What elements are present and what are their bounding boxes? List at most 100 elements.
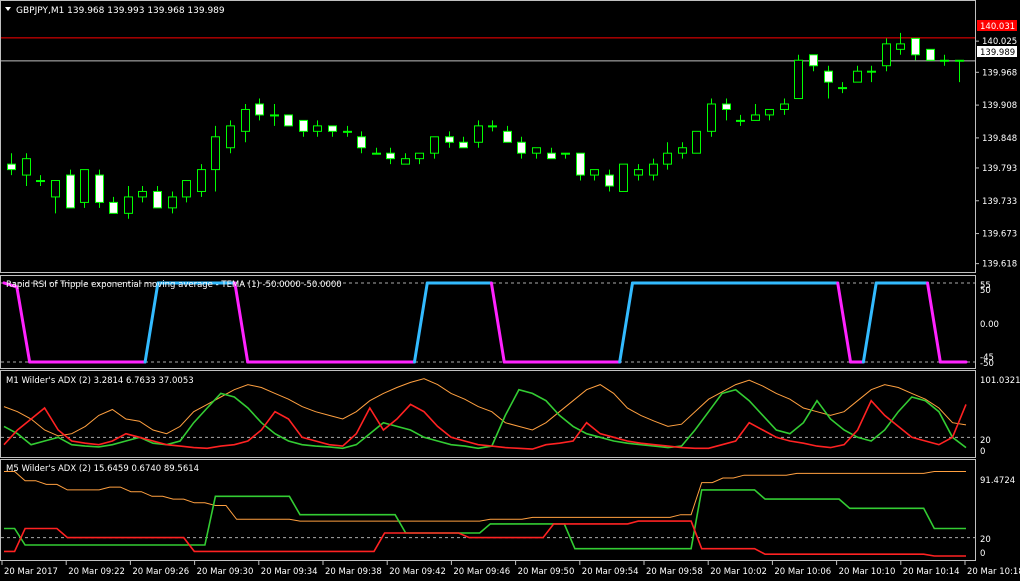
price-tick-label: 139.908 [982, 101, 1017, 111]
candle [794, 59, 803, 100]
symbol-caption: GBPJPY,M1 139.968 139.993 139.968 139.98… [16, 6, 225, 16]
candle [95, 174, 104, 203]
candle [138, 190, 147, 198]
candle [576, 152, 585, 176]
time-tick-label: 20 Mar 10:10 [839, 567, 896, 577]
adx5-tick-max: 91.4724 [980, 476, 1015, 486]
tema-tick-0: 0.00 [980, 320, 999, 330]
candle [226, 125, 235, 149]
candle [955, 59, 964, 62]
time-tick-label: 20 Mar 10:02 [710, 567, 767, 577]
candle [736, 119, 745, 122]
candle [328, 125, 337, 132]
candle [488, 125, 497, 128]
time-tick-label: 20 Mar 09:38 [325, 567, 382, 577]
candle [722, 103, 731, 110]
candle [867, 70, 876, 73]
candle [401, 158, 410, 165]
candle [809, 54, 818, 67]
candle [66, 174, 75, 209]
candle [168, 196, 177, 209]
time-tick-label: 20 Mar 2017 [4, 567, 58, 577]
tema-tick-50: 50 [980, 286, 991, 296]
adx1-tick-0: 0 [980, 447, 985, 457]
candle [911, 37, 920, 56]
candle [765, 108, 774, 116]
adx1-caption: M1 Wilder's ADX (2) 3.2814 6.7633 37.005… [6, 376, 194, 386]
time-tick-label: 20 Mar 09:46 [453, 567, 510, 577]
candle [284, 114, 293, 127]
candle [619, 163, 628, 192]
tema-caption: Rapid RSI of Tripple exponential moving … [6, 280, 342, 290]
red-line-price-label: 140.031 [980, 22, 1015, 32]
candle [532, 147, 541, 154]
candle [313, 125, 322, 132]
tema-tick-m50: -50 [980, 359, 994, 369]
candle [80, 169, 89, 203]
adx5-tick-0: 0 [980, 549, 985, 559]
candle [372, 152, 381, 155]
price-tick-label: 139.733 [982, 197, 1017, 207]
candle [197, 169, 206, 192]
candle [590, 169, 599, 176]
adx5-tick-20: 20 [980, 535, 991, 545]
candle [211, 136, 220, 171]
candle [241, 108, 250, 132]
terminal-chart-window[interactable]: 140.025 139.968 139.908 139.848 139.793 139.7… [0, 0, 1020, 581]
candle [751, 114, 760, 121]
candle [36, 180, 45, 183]
candle [430, 136, 439, 154]
candle [780, 103, 789, 110]
adx1-tick-20: 20 [980, 436, 991, 446]
time-tick-label: 20 Mar 09:22 [68, 567, 125, 577]
candle [547, 152, 556, 160]
candle [22, 158, 31, 176]
candle [503, 130, 512, 143]
time-tick-label: 20 Mar 10:14 [903, 567, 960, 577]
adx5-caption: M5 Wilder's ADX (2) 15.6459 0.6740 89.56… [6, 464, 199, 474]
candle [649, 163, 658, 176]
time-tick-label: 20 Mar 09:26 [132, 567, 189, 577]
candle [109, 201, 118, 214]
chart-canvas[interactable]: 140.025 139.968 139.908 139.848 139.793 139.7… [0, 0, 1020, 581]
time-tick-label: 20 Mar 09:50 [518, 567, 575, 577]
candle [561, 152, 570, 155]
time-tick-label: 20 Mar 10:06 [774, 567, 831, 577]
candle [517, 141, 526, 154]
time-tick-label: 20 Mar 09:54 [582, 567, 639, 577]
bid-price-label: 139.989 [980, 48, 1015, 58]
time-tick-label: 20 Mar 09:30 [197, 567, 254, 577]
candle [153, 190, 162, 209]
time-tick-label: 20 Mar 10:18 [967, 567, 1020, 577]
candle [415, 152, 424, 160]
candle [663, 152, 672, 165]
candle [255, 103, 264, 116]
price-tick-label: 139.618 [982, 260, 1017, 270]
candle [824, 70, 833, 83]
candle [459, 141, 468, 149]
candle [182, 180, 191, 198]
candle [7, 163, 16, 171]
candle [605, 174, 614, 187]
candle [926, 48, 935, 61]
price-tick-label: 139.793 [982, 164, 1017, 174]
candle [445, 136, 454, 143]
candle [940, 59, 949, 62]
price-tick-label: 139.968 [982, 68, 1017, 78]
price-tick-label: 139.848 [982, 134, 1017, 144]
candle [357, 136, 366, 149]
candle [124, 196, 133, 214]
time-tick-label: 20 Mar 09:58 [646, 567, 703, 577]
candle [853, 70, 862, 83]
candle [299, 119, 308, 132]
price-tick-label: 140.025 [982, 37, 1017, 47]
candle [386, 152, 395, 160]
candle [270, 114, 279, 117]
candle [882, 43, 891, 67]
candle [692, 130, 701, 154]
candle [707, 103, 716, 132]
candle [678, 147, 687, 154]
candle [474, 125, 483, 143]
adx1-tick-max: 101.0321 [980, 376, 1020, 386]
candle [343, 130, 352, 133]
